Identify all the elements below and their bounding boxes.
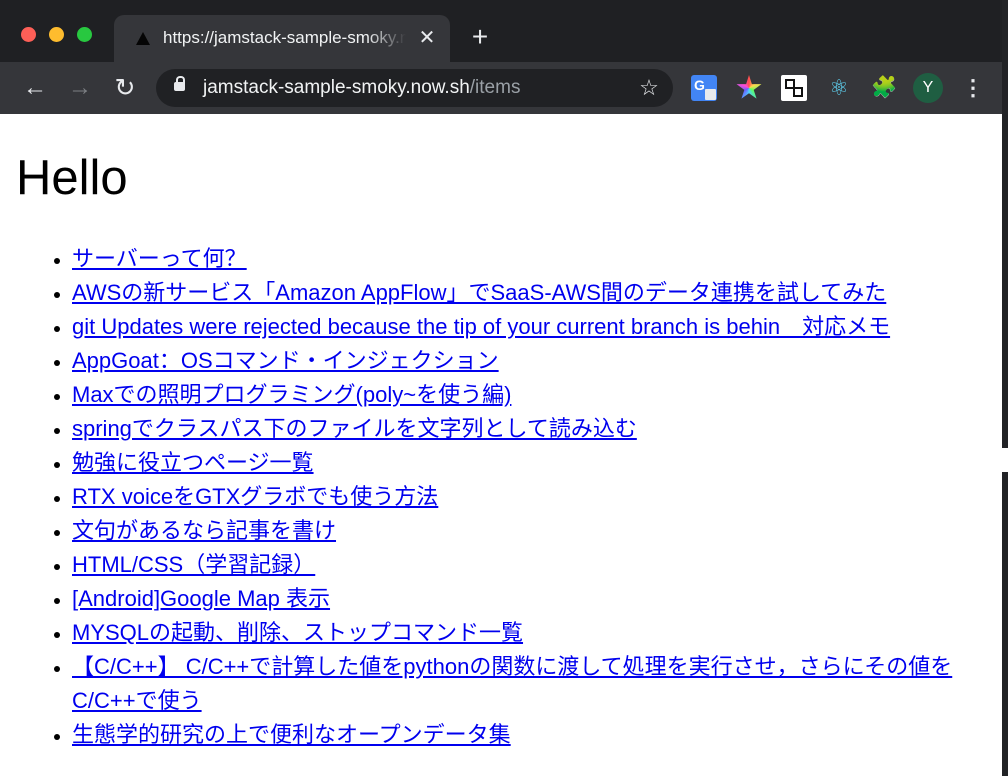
tab-strip: https://jamstack-sample-smoky.now.sh/ite… [0,0,1002,62]
reload-icon[interactable]: ↻ [112,75,138,101]
article-link[interactable]: 生態学的研究の上で便利なオープンデータ集 [72,722,511,747]
article-link[interactable]: springでクラスパス下のファイルを文字列として読み込む [72,416,637,441]
minimize-window-button[interactable] [49,27,64,42]
bookmark-star-icon[interactable]: ☆ [636,75,662,101]
extensions-puzzle-icon[interactable]: 🧩 [871,75,897,101]
list-item: HTML/CSS（学習記録） [72,548,1002,582]
list-item: 勉強に役立つページ一覧 [72,446,1002,480]
list-item: AppGoat：OSコマンド・インジェクション [72,344,1002,378]
color-picker-extension-icon[interactable] [736,75,762,99]
article-link[interactable]: 勉強に役立つページ一覧 [72,450,314,475]
address-bar[interactable]: jamstack-sample-smoky.now.sh/items ☆ [156,69,673,107]
list-item: 【C/C++】 C/C++で計算した値をpythonの関数に渡して処理を実行させ… [72,650,1002,718]
list-item: git Updates were rejected because the ti… [72,310,1002,344]
article-list: サーバーって何？ AWSの新サービス「Amazon AppFlow」でSaaS-A… [32,242,1002,752]
active-tab[interactable]: https://jamstack-sample-smoky.now.sh/ite… [114,15,450,62]
article-link[interactable]: HTML/CSS（学習記録） [72,552,315,577]
list-item: [Android]Google Map 表示 [72,582,1002,616]
lock-icon[interactable] [174,76,185,91]
article-link[interactable]: RTX voiceをGTXグラボでも使う方法 [72,484,438,509]
background-window-edge [1002,0,1008,776]
close-tab-icon[interactable]: ✕ [414,25,440,51]
list-item: AWSの新サービス「Amazon AppFlow」でSaaS-AWS間のデータ連… [72,276,1002,310]
react-devtools-extension-icon[interactable]: ⚛ [826,75,852,101]
article-link[interactable]: git Updates were rejected because the ti… [72,314,890,339]
article-link[interactable]: MYSQLの起動、削除、ストップコマンド一覧 [72,620,523,645]
url-path: /items [469,77,521,98]
list-item: 生態学的研究の上で便利なオープンデータ集 [72,718,1002,752]
article-link[interactable]: 文句があるなら記事を書け [72,518,336,543]
list-item: springでクラスパス下のファイルを文字列として読み込む [72,412,1002,446]
list-item: MYSQLの起動、削除、ストップコマンド一覧 [72,616,1002,650]
url-text[interactable]: jamstack-sample-smoky.now.sh/items [203,77,520,99]
background-window-notch [1002,448,1008,472]
more-menu-icon[interactable]: ⋮ [961,75,985,101]
url-host: jamstack-sample-smoky.now.sh [203,77,470,98]
forward-arrow-icon[interactable]: → [67,75,93,101]
list-item: Maxでの照明プログラミング(poly~を使う編) [72,378,1002,412]
vercel-favicon-icon [136,32,150,45]
browser-window: https://jamstack-sample-smoky.now.sh/ite… [0,0,1002,776]
tab-title-fade [366,25,406,51]
page-content: Hello サーバーって何？ AWSの新サービス「Amazon AppFlow」で… [0,114,1002,776]
article-link[interactable]: AppGoat：OSコマンド・インジェクション [72,348,499,373]
browser-toolbar: ← → ↻ jamstack-sample-smoky.now.sh/items… [0,62,1002,114]
article-link[interactable]: Maxでの照明プログラミング(poly~を使う編) [72,382,511,407]
article-link[interactable]: [Android]Google Map 表示 [72,586,330,611]
list-item: RTX voiceをGTXグラボでも使う方法 [72,480,1002,514]
list-item: 文句があるなら記事を書け [72,514,1002,548]
new-tab-button[interactable]: + [466,23,494,52]
article-link[interactable]: サーバーって何？ [72,246,247,271]
back-arrow-icon[interactable]: ← [22,75,48,101]
article-link[interactable]: AWSの新サービス「Amazon AppFlow」でSaaS-AWS間のデータ連… [72,280,886,305]
list-item: サーバーって何？ [72,242,1002,276]
page-title: Hello [16,151,128,205]
article-link[interactable]: 【C/C++】 C/C++で計算した値をpythonの関数に渡して処理を実行させ… [72,654,952,713]
close-window-button[interactable] [21,27,36,42]
qr-code-extension-icon[interactable] [781,75,807,101]
google-translate-extension-icon[interactable] [691,75,717,101]
zoom-window-button[interactable] [77,27,92,42]
profile-avatar[interactable]: Y [913,73,943,103]
